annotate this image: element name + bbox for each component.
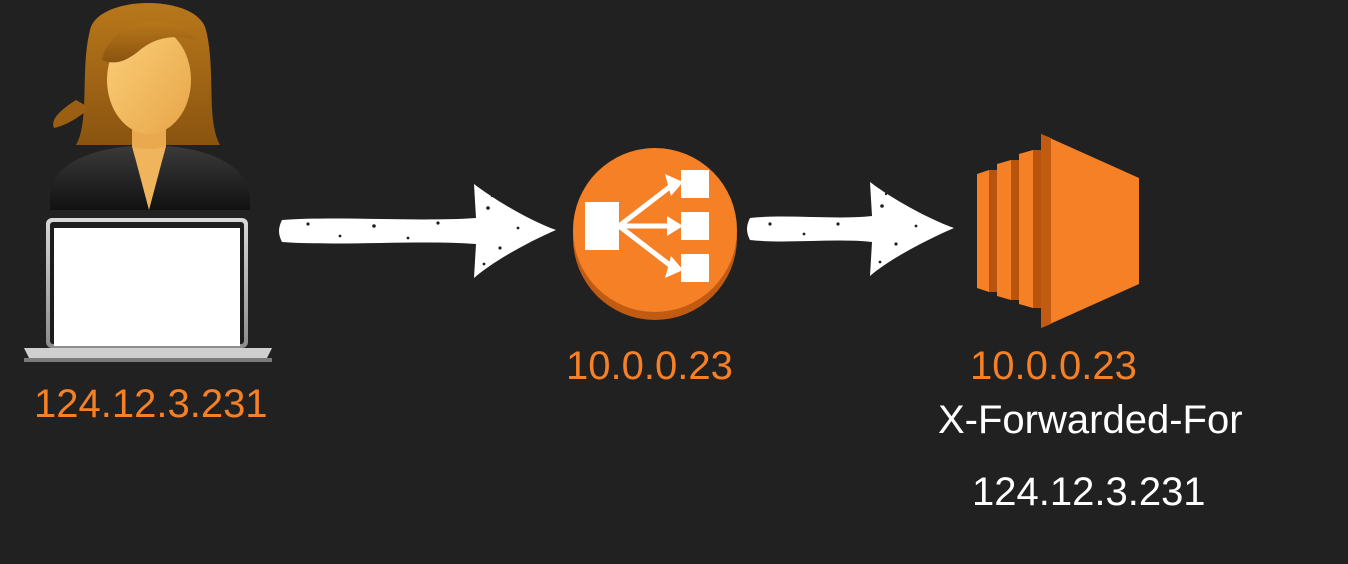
x-forwarded-for-value-label: 124.12.3.231 bbox=[972, 470, 1206, 514]
user-with-laptop-icon bbox=[24, 3, 272, 362]
load-balancer-ip-label: 10.0.0.23 bbox=[566, 344, 733, 388]
server-ip-label: 10.0.0.23 bbox=[970, 344, 1137, 388]
client-ip-label: 124.12.3.231 bbox=[34, 382, 268, 426]
load-balancer-icon bbox=[573, 148, 737, 320]
ec2-instance-icon bbox=[977, 134, 1139, 328]
arrow-load-balancer-to-server bbox=[747, 182, 954, 276]
arrow-client-to-load-balancer bbox=[279, 184, 556, 278]
x-forwarded-for-header-label: X-Forwarded-For bbox=[938, 398, 1243, 442]
diagram-canvas: 124.12.3.231 10.0.0.23 10.0.0.23 X-Forwa… bbox=[0, 0, 1348, 564]
